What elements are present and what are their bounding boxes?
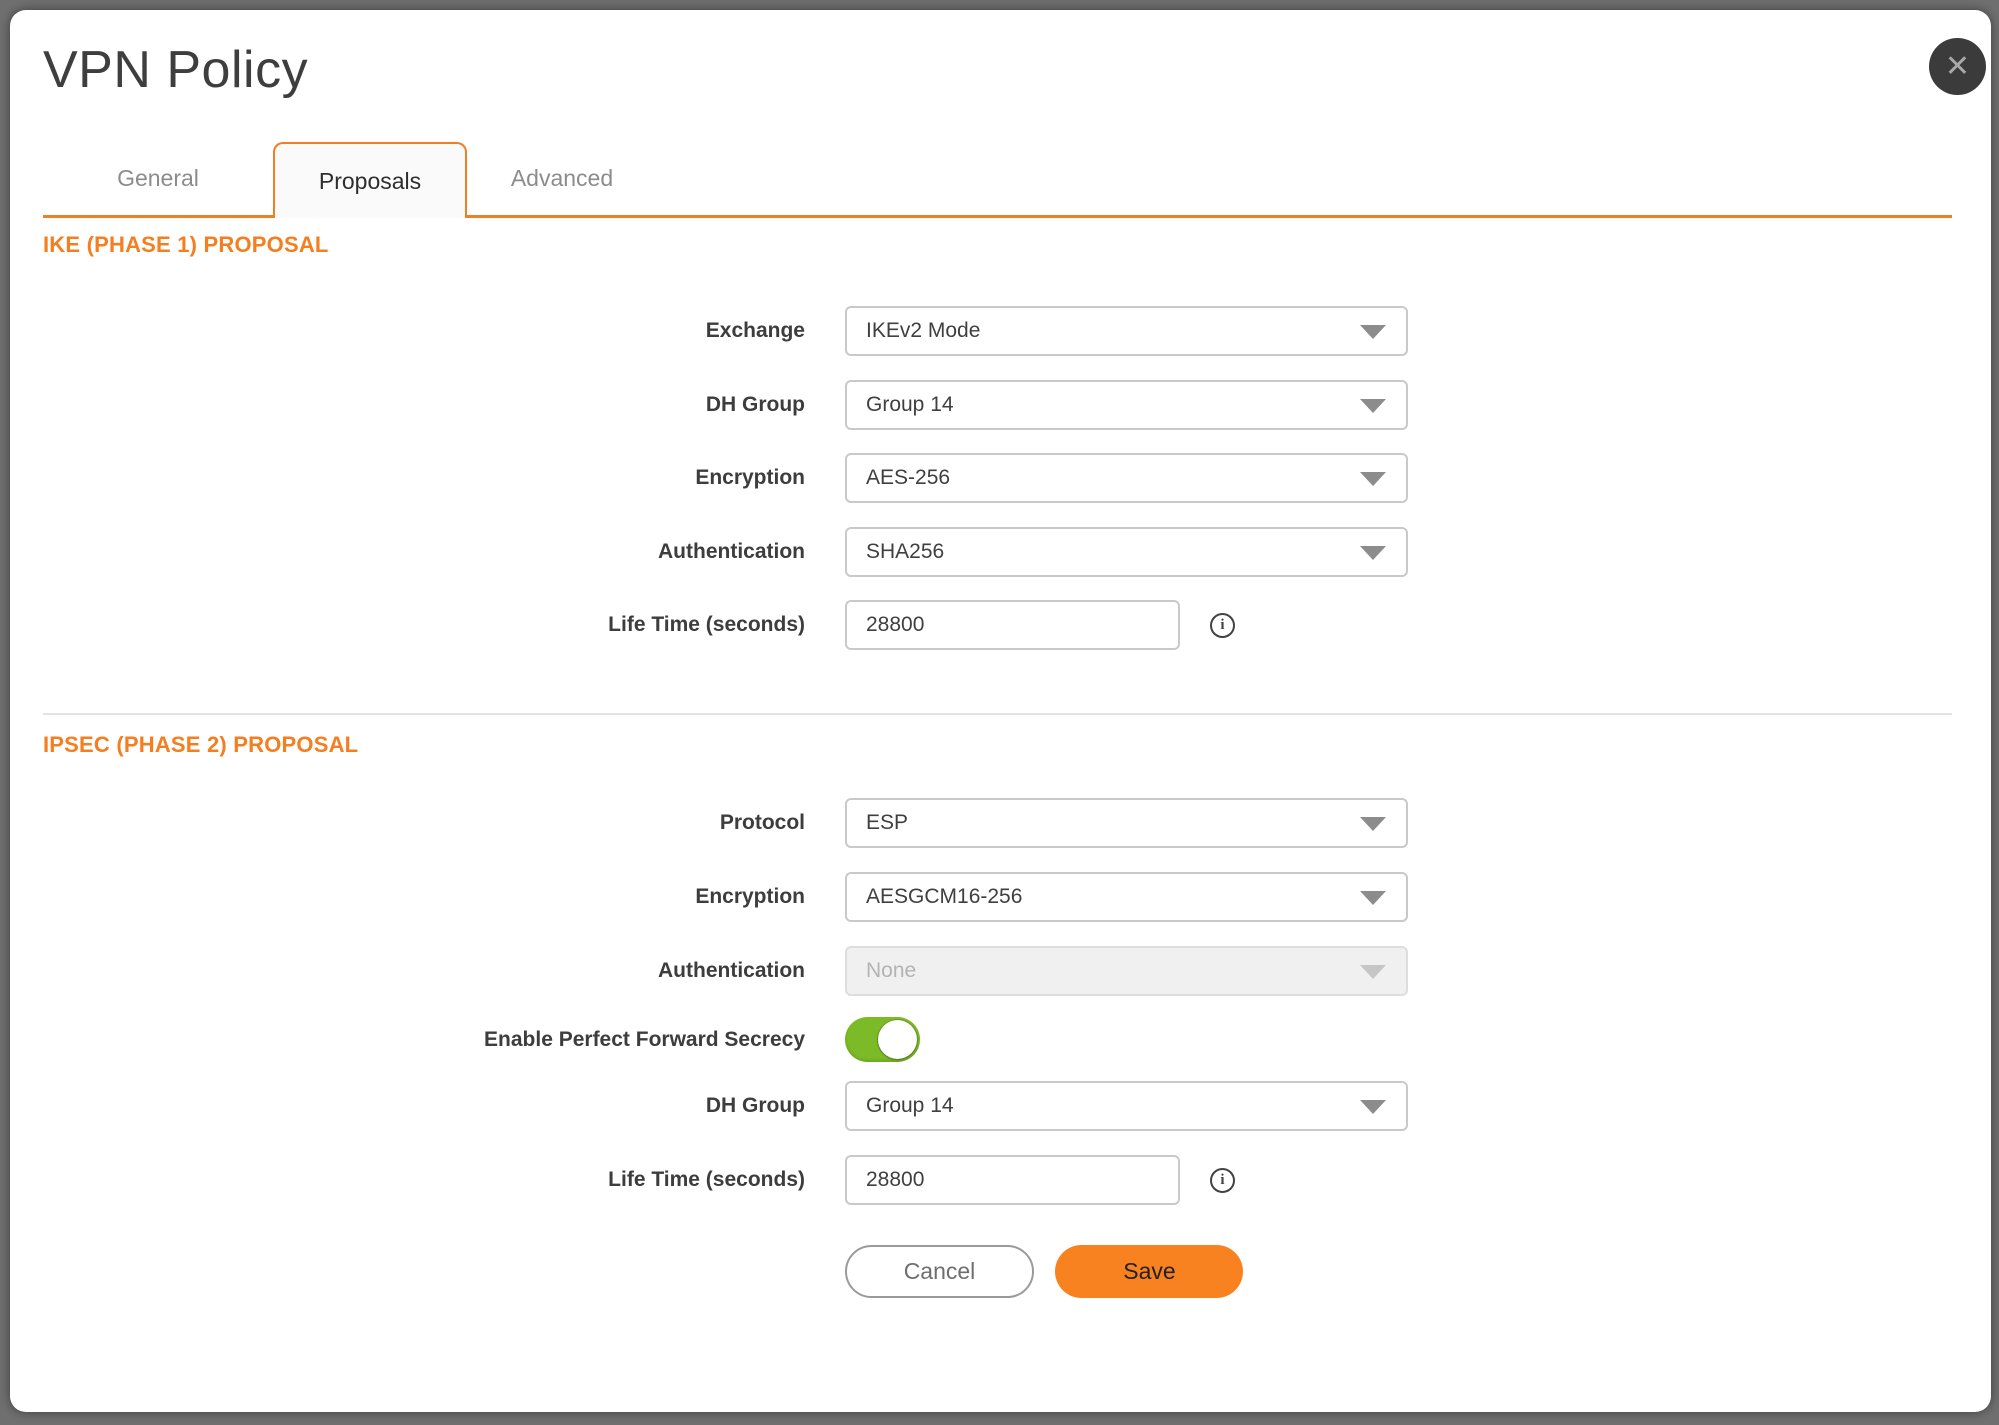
close-icon: ✕: [1945, 52, 1970, 82]
encryption-select[interactable]: AES-256: [845, 453, 1408, 503]
protocol-row: Protocol ESP: [10, 798, 1991, 848]
tab-general-label: General: [117, 165, 199, 192]
section-divider: [43, 713, 1952, 715]
ipsec-dh-group-row: DH Group Group 14: [10, 1081, 1991, 1131]
life-time-row: Life Time (seconds) i: [10, 600, 1991, 650]
dropdown-caret-icon: [1360, 399, 1386, 413]
authentication-label: Authentication: [10, 527, 805, 577]
authentication-select-value: SHA256: [866, 540, 944, 564]
ipsec-authentication-select: None: [845, 946, 1408, 996]
ipsec-encryption-label: Encryption: [10, 872, 805, 922]
dh-group-label: DH Group: [10, 380, 805, 430]
pfs-row: Enable Perfect Forward Secrecy: [10, 1017, 1991, 1067]
ipsec-phase2-heading: IPSEC (PHASE 2) PROPOSAL: [43, 732, 358, 758]
ipsec-encryption-select-value: AESGCM16-256: [866, 885, 1022, 909]
protocol-select-value: ESP: [866, 811, 908, 835]
dropdown-caret-icon: [1360, 472, 1386, 486]
encryption-label: Encryption: [10, 453, 805, 503]
tab-proposals-label: Proposals: [319, 168, 421, 195]
life-time-input[interactable]: [845, 600, 1180, 650]
cancel-button[interactable]: Cancel: [845, 1245, 1034, 1298]
ipsec-life-time-input[interactable]: [845, 1155, 1180, 1205]
encryption-select-value: AES-256: [866, 466, 950, 490]
dh-group-select-value: Group 14: [866, 393, 954, 417]
ipsec-dh-group-select-value: Group 14: [866, 1094, 954, 1118]
dropdown-caret-icon: [1360, 891, 1386, 905]
page-title: VPN Policy: [43, 40, 308, 100]
ipsec-dh-group-label: DH Group: [10, 1081, 805, 1131]
tab-advanced[interactable]: Advanced: [467, 142, 657, 215]
tab-proposals[interactable]: Proposals: [273, 142, 467, 218]
pfs-toggle-knob: [878, 1020, 917, 1059]
ipsec-encryption-row: Encryption AESGCM16-256: [10, 872, 1991, 922]
dropdown-caret-icon: [1360, 965, 1386, 979]
dropdown-caret-icon: [1360, 817, 1386, 831]
ipsec-authentication-select-value: None: [866, 959, 916, 983]
dh-group-row: DH Group Group 14: [10, 380, 1991, 430]
save-button[interactable]: Save: [1055, 1245, 1243, 1298]
tab-bar: General Proposals Advanced: [43, 145, 1952, 218]
ipsec-encryption-select[interactable]: AESGCM16-256: [845, 872, 1408, 922]
encryption-row: Encryption AES-256: [10, 453, 1991, 503]
dropdown-caret-icon: [1360, 546, 1386, 560]
protocol-select[interactable]: ESP: [845, 798, 1408, 848]
footer-buttons: Cancel Save: [845, 1245, 1243, 1298]
exchange-select-value: IKEv2 Mode: [866, 319, 980, 343]
ipsec-dh-group-select[interactable]: Group 14: [845, 1081, 1408, 1131]
authentication-row: Authentication SHA256: [10, 527, 1991, 577]
dropdown-caret-icon: [1360, 325, 1386, 339]
exchange-label: Exchange: [10, 306, 805, 356]
info-icon-glyph: i: [1220, 617, 1224, 634]
dh-group-select[interactable]: Group 14: [845, 380, 1408, 430]
info-icon-glyph: i: [1220, 1172, 1224, 1189]
dropdown-caret-icon: [1360, 1100, 1386, 1114]
life-time-label: Life Time (seconds): [10, 600, 805, 650]
info-icon[interactable]: i: [1210, 613, 1235, 638]
exchange-row: Exchange IKEv2 Mode: [10, 306, 1991, 356]
info-icon[interactable]: i: [1210, 1168, 1235, 1193]
close-button[interactable]: ✕: [1929, 38, 1986, 95]
exchange-select[interactable]: IKEv2 Mode: [845, 306, 1408, 356]
pfs-toggle[interactable]: [845, 1017, 920, 1062]
ipsec-life-time-label: Life Time (seconds): [10, 1155, 805, 1205]
vpn-policy-dialog: VPN Policy General Proposals Advanced IK…: [10, 10, 1991, 1412]
tab-general[interactable]: General: [43, 142, 273, 215]
protocol-label: Protocol: [10, 798, 805, 848]
ipsec-authentication-label: Authentication: [10, 946, 805, 996]
ike-phase1-heading: IKE (PHASE 1) PROPOSAL: [43, 232, 329, 258]
ipsec-authentication-row: Authentication None: [10, 946, 1991, 996]
tab-advanced-label: Advanced: [511, 165, 613, 192]
pfs-label: Enable Perfect Forward Secrecy: [10, 1017, 805, 1062]
authentication-select[interactable]: SHA256: [845, 527, 1408, 577]
ipsec-life-time-row: Life Time (seconds) i: [10, 1155, 1991, 1205]
